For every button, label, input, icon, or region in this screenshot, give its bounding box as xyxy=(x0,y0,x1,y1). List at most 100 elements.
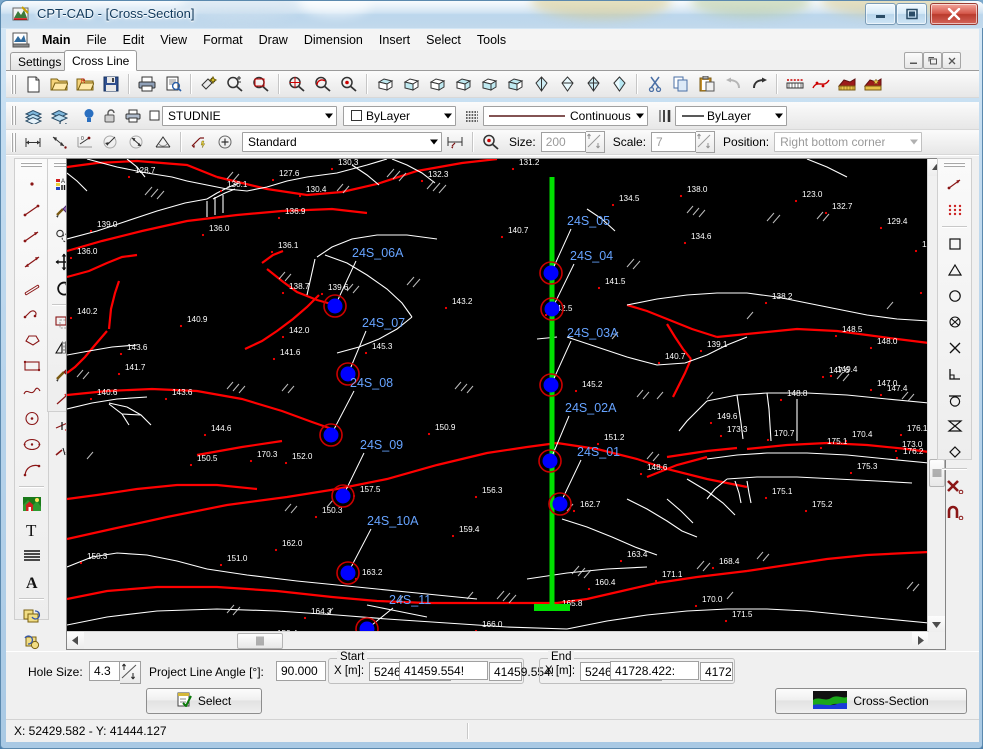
shade-1-icon[interactable] xyxy=(528,72,554,97)
window-minimize-button[interactable] xyxy=(865,3,896,25)
scale-input[interactable]: 7 xyxy=(651,132,697,152)
menu-item-dimension[interactable]: Dimension xyxy=(296,30,371,50)
plot-icon[interactable] xyxy=(122,103,144,128)
osnap-parallel-icon[interactable] xyxy=(940,499,969,525)
layer-state-icon[interactable] xyxy=(46,103,72,128)
lineweight-icon[interactable] xyxy=(653,103,675,128)
paste-icon[interactable] xyxy=(694,72,720,97)
select-button[interactable]: Select xyxy=(146,688,262,714)
hole-size-input[interactable]: 4.3 xyxy=(89,661,120,681)
osnap-intersection-icon[interactable] xyxy=(940,335,969,361)
zoom-center-icon[interactable] xyxy=(336,72,362,97)
osnap-center-icon[interactable] xyxy=(940,283,969,309)
layer-combo[interactable]: STUDNIE xyxy=(162,105,337,126)
position-combo[interactable]: Right bottom corner xyxy=(774,132,923,152)
open-recent-icon[interactable]: R xyxy=(72,72,98,97)
size-spinner[interactable] xyxy=(585,131,605,153)
image-tool-icon[interactable] xyxy=(17,491,46,517)
scale-spinner[interactable] xyxy=(696,131,716,153)
borehole-marker[interactable]: 24S_08 xyxy=(319,376,393,447)
lineweight-combo[interactable]: ByLayer xyxy=(675,105,787,126)
cross-section-red-icon[interactable] xyxy=(834,72,860,97)
rectangle-tool-icon[interactable] xyxy=(17,353,46,379)
osnap-endpoint-icon[interactable] xyxy=(940,231,969,257)
scroll-right-button[interactable] xyxy=(912,632,929,649)
linetype-icon[interactable] xyxy=(461,103,483,128)
dim-angular-icon[interactable] xyxy=(150,130,176,155)
view-3d-3-icon[interactable] xyxy=(424,72,450,97)
view-3d-6-icon[interactable] xyxy=(502,72,528,97)
layer-manager-icon[interactable] xyxy=(20,103,46,128)
child-minimize-button[interactable] xyxy=(904,52,923,69)
osnap-perpendicular-icon[interactable] xyxy=(940,361,969,387)
menu-item-select[interactable]: Select xyxy=(418,30,469,50)
child-close-button[interactable] xyxy=(942,52,961,69)
print-icon[interactable] xyxy=(134,72,160,97)
view-3d-4-icon[interactable] xyxy=(450,72,476,97)
block-insert-tool-icon[interactable] xyxy=(17,603,46,629)
menu-item-insert[interactable]: Insert xyxy=(371,30,418,50)
palette-grip[interactable] xyxy=(944,161,965,168)
point-tool-icon[interactable] xyxy=(17,171,46,197)
polyline-tool-icon[interactable] xyxy=(17,301,46,327)
dimension-style-combo[interactable]: Standard xyxy=(242,132,442,152)
view-3d-1-icon[interactable] xyxy=(372,72,398,97)
undo-icon[interactable] xyxy=(720,72,746,97)
scroll-down-button[interactable] xyxy=(928,616,945,633)
menu-item-file[interactable]: File xyxy=(78,30,114,50)
menu-item-view[interactable]: View xyxy=(152,30,195,50)
cross-section-end-marker[interactable] xyxy=(534,604,570,611)
zoom-previous-icon[interactable] xyxy=(310,72,336,97)
borehole-marker[interactable]: 24S_09 xyxy=(331,438,403,508)
profile-icon[interactable] xyxy=(782,72,808,97)
dim-style-edit-icon[interactable] xyxy=(442,130,468,155)
linetype-combo[interactable]: Continuous xyxy=(483,105,648,126)
open-file-icon[interactable] xyxy=(46,72,72,97)
menu-item-edit[interactable]: Edit xyxy=(115,30,153,50)
toolbar-grip[interactable] xyxy=(10,106,17,125)
color-combo[interactable]: ByLayer xyxy=(343,105,456,126)
lightbulb-icon[interactable] xyxy=(78,103,100,128)
ellipse-tool-icon[interactable] xyxy=(17,431,46,457)
new-file-icon[interactable] xyxy=(20,72,46,97)
view-3d-2-icon[interactable] xyxy=(398,72,424,97)
zoom-window-icon[interactable] xyxy=(248,72,274,97)
window-close-button[interactable] xyxy=(930,3,978,25)
tab-settings[interactable]: Settings xyxy=(10,52,70,70)
start-y-input-visible[interactable]: 41459.554! xyxy=(399,661,488,680)
spline-tool-icon[interactable] xyxy=(17,379,46,405)
shade-4-icon[interactable] xyxy=(606,72,632,97)
xline-tool-icon[interactable] xyxy=(17,249,46,275)
menu-item-draw[interactable]: Draw xyxy=(251,30,296,50)
circle-tool-icon[interactable] xyxy=(17,405,46,431)
osnap-midpoint-icon[interactable] xyxy=(940,257,969,283)
osnap-quadrant-icon[interactable] xyxy=(940,309,969,335)
menu-item-main[interactable]: Main xyxy=(34,30,78,50)
zoom-symbol-icon[interactable] xyxy=(478,130,504,155)
child-restore-button[interactable] xyxy=(923,52,942,69)
drawing-canvas[interactable]: 128.7 127.6 130.4 130.3 132.3 131.2 130.1 136.9… xyxy=(67,159,929,633)
ray-tool-icon[interactable] xyxy=(17,223,46,249)
dim-ordinate-icon[interactable]: 0 xyxy=(72,130,98,155)
zoom-in-out-icon[interactable] xyxy=(222,72,248,97)
cross-section-star-icon[interactable] xyxy=(860,72,886,97)
menu-item-tools[interactable]: Tools xyxy=(469,30,514,50)
borehole-marker[interactable]: 24S_11 xyxy=(355,593,431,633)
scroll-left-button[interactable] xyxy=(67,632,84,649)
size-input[interactable]: 200 xyxy=(540,132,586,152)
single-text-tool-icon[interactable]: A xyxy=(17,569,46,595)
dim-linear-icon[interactable] xyxy=(20,130,46,155)
start-y-input[interactable]: 41459.554! xyxy=(489,662,554,681)
multiline-tool-icon[interactable] xyxy=(17,275,46,301)
borehole-marker[interactable]: 24S_06A xyxy=(323,246,404,318)
curve-icon[interactable] xyxy=(808,72,834,97)
mtext-tool-icon[interactable] xyxy=(17,543,46,569)
copy-icon[interactable] xyxy=(668,72,694,97)
horizontal-scroll-thumb[interactable] xyxy=(237,633,283,649)
project-line-angle-input[interactable]: 90.000 xyxy=(276,661,326,681)
toolbar-grip[interactable] xyxy=(10,74,17,94)
polygon-tool-icon[interactable] xyxy=(17,327,46,353)
dim-leader-icon[interactable] xyxy=(186,130,212,155)
cut-icon[interactable] xyxy=(642,72,668,97)
cross-section-button[interactable]: Cross-Section xyxy=(775,688,967,714)
